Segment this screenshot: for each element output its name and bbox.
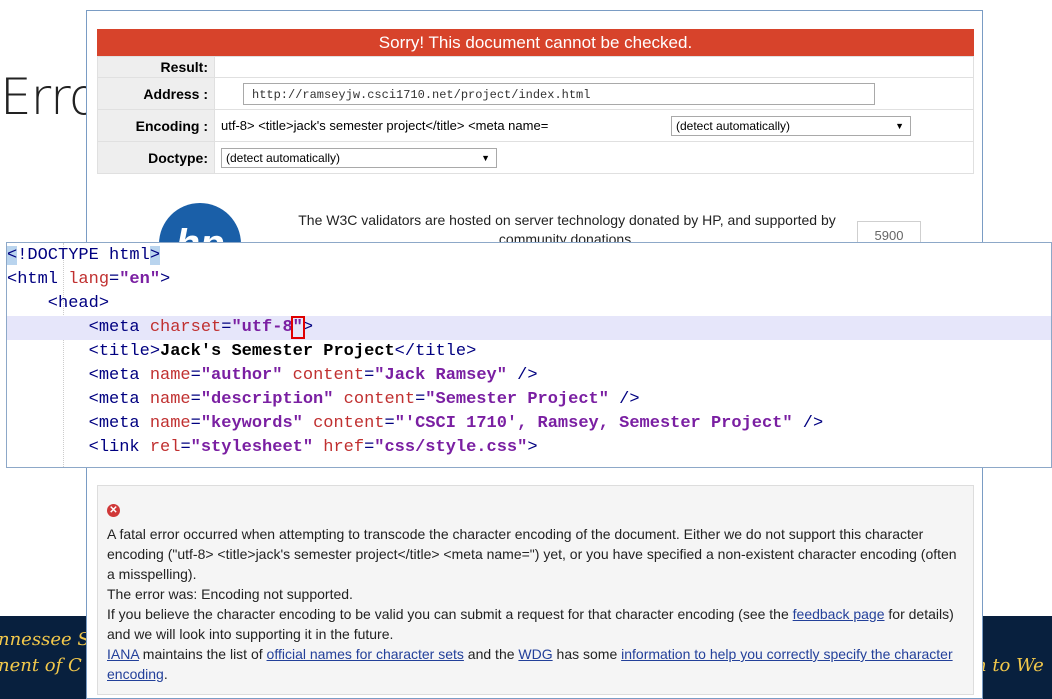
code-line-meta-author: <meta name="author" content="Jack Ramsey… xyxy=(7,366,538,385)
result-value xyxy=(214,56,974,78)
error-banner: Sorry! This document cannot be checked. xyxy=(97,29,974,56)
code-line-meta-description: <meta name="description" content="Semest… xyxy=(7,390,640,409)
chevron-down-icon: ▼ xyxy=(481,152,490,163)
error-detail: The error was: Encoding not supported. xyxy=(107,586,353,602)
code-line-meta-keywords: <meta name="keywords" content="'CSCI 171… xyxy=(7,414,824,433)
chevron-down-icon: ▼ xyxy=(895,120,904,131)
code-line-doctype: <!DOCTYPE html> xyxy=(7,246,161,265)
code-line-html: <html lang="en"> xyxy=(7,270,171,289)
address-label: Address : xyxy=(97,77,215,110)
encoding-select[interactable]: (detect automatically) ▼ xyxy=(671,115,911,136)
footer-university-text: nnessee S xyxy=(0,629,90,650)
official-names-link[interactable]: official names for character sets xyxy=(267,646,464,662)
error-message-box: ✕ A fatal error occurred when attempting… xyxy=(97,485,974,695)
code-editor[interactable]: <!DOCTYPE html> <html lang="en"> <head> … xyxy=(6,242,1052,468)
encoding-value: utf-8> <title>jack's semester project</t… xyxy=(221,118,549,133)
doctype-select[interactable]: (detect automatically) ▼ xyxy=(221,147,497,168)
result-label: Result: xyxy=(97,56,215,78)
encoding-select-value: (detect automatically) xyxy=(676,118,791,133)
error-iana-paragraph: IANA maintains the list of official name… xyxy=(107,646,953,682)
code-line-meta-charset: <meta charset="utf-8"> xyxy=(7,316,1051,340)
error-text: A fatal error occurred when attempting t… xyxy=(107,524,957,684)
feedback-link[interactable]: feedback page xyxy=(793,606,885,622)
code-line-title: <title>Jack's Semester Project</title> xyxy=(7,342,477,361)
doctype-select-value: (detect automatically) xyxy=(226,150,341,165)
doctype-label: Doctype: xyxy=(97,141,215,174)
iana-link[interactable]: IANA xyxy=(107,646,139,662)
error-paragraph: A fatal error occurred when attempting t… xyxy=(107,526,957,582)
address-input[interactable]: http://ramseyjw.csci1710.net/project/ind… xyxy=(243,82,875,105)
error-request-paragraph: If you believe the character encoding to… xyxy=(107,606,954,642)
code-line-link-stylesheet: <link rel="stylesheet" href="css/style.c… xyxy=(7,438,538,457)
slide-title: Erro xyxy=(0,68,99,126)
footer-department-text: nent of C xyxy=(0,655,82,676)
validator-form: Result: Address : http://ramseyjw.csci17… xyxy=(97,56,974,174)
encoding-label: Encoding : xyxy=(97,109,215,142)
wdg-link[interactable]: WDG xyxy=(518,646,552,662)
error-icon: ✕ xyxy=(107,504,120,517)
footer-course-text: n to We xyxy=(975,655,1044,676)
code-line-head: <head> xyxy=(7,294,110,313)
